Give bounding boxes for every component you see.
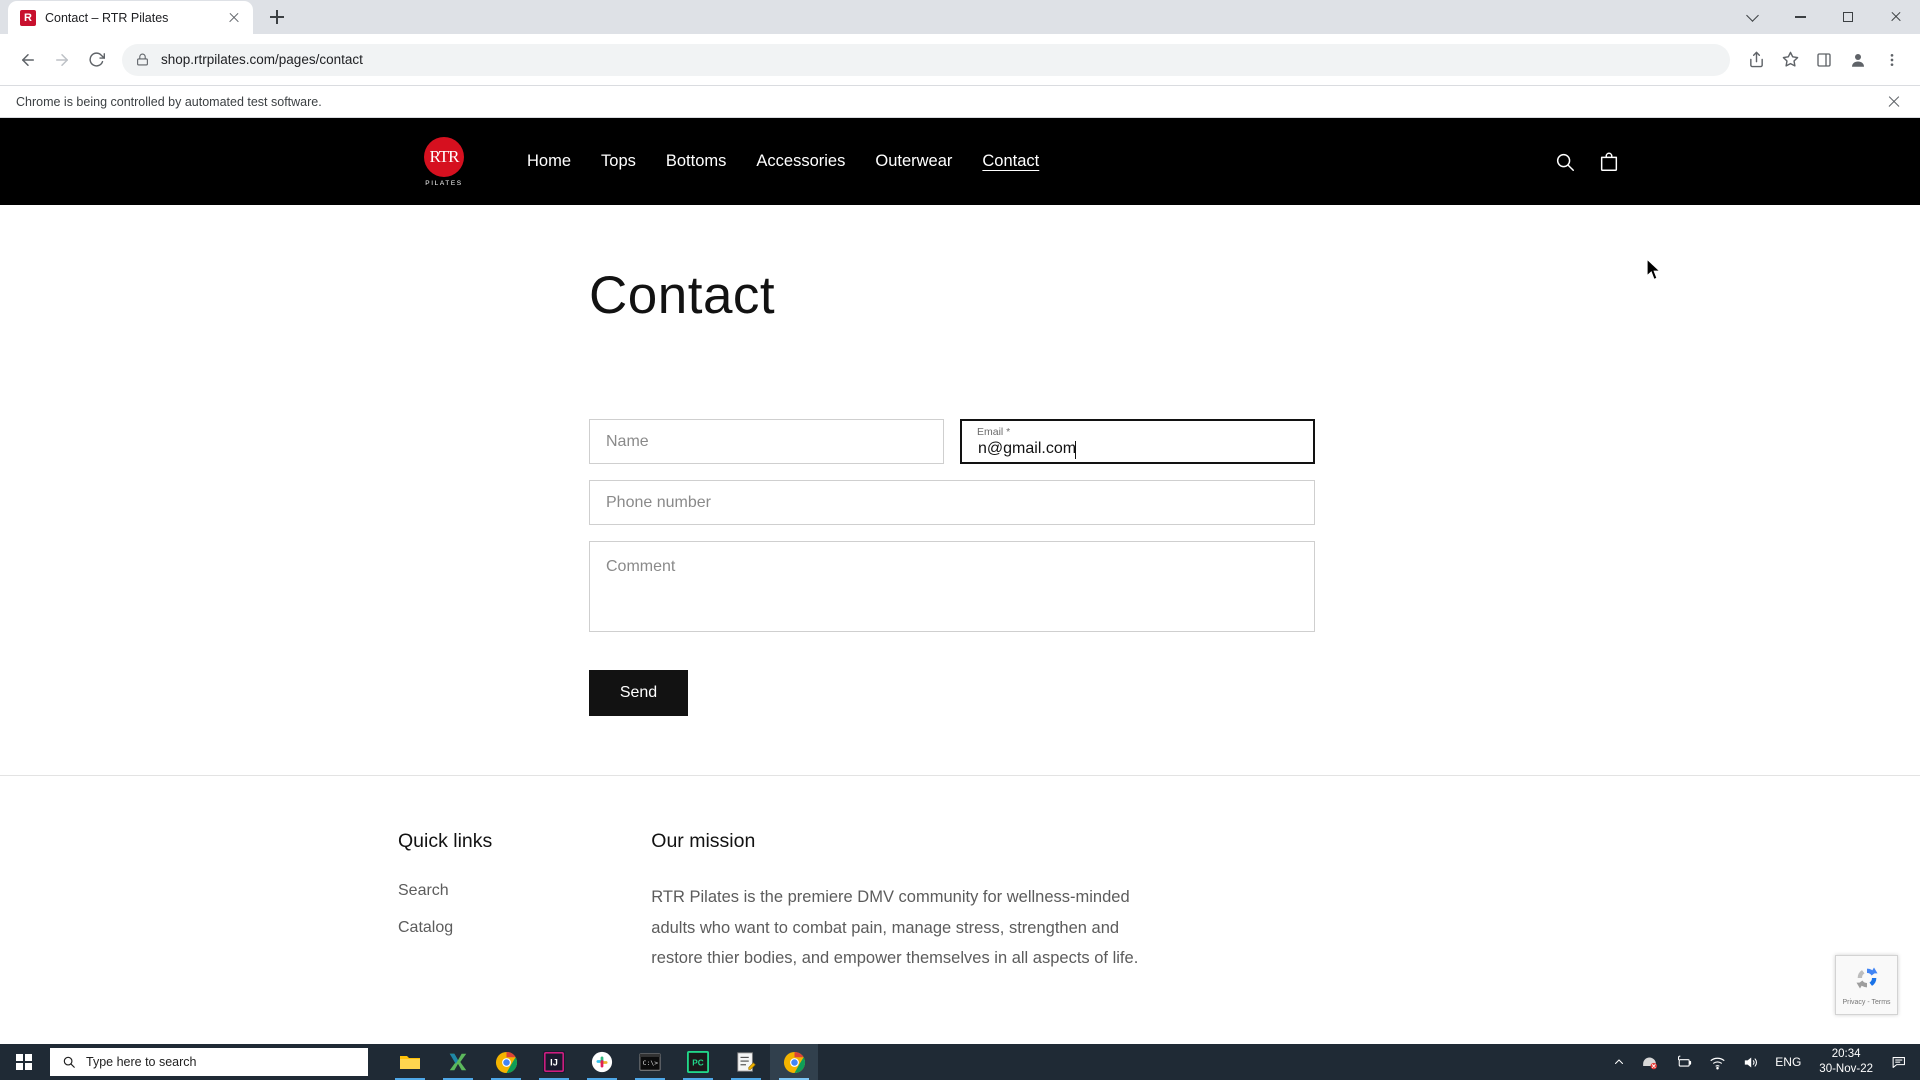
- site-header: RTR PILATES Home Tops Bottoms Accessorie…: [0, 118, 1920, 205]
- close-icon[interactable]: [1872, 0, 1920, 34]
- comment-field-wrapper: [589, 541, 1315, 632]
- phone-field-wrapper: [589, 480, 1315, 525]
- nav-item-contact[interactable]: Contact: [967, 144, 1054, 179]
- mission-heading: Our mission: [651, 830, 756, 852]
- taskbar-app-command-prompt[interactable]: C:\>: [626, 1044, 674, 1080]
- name-input[interactable]: [589, 419, 944, 464]
- battery-charging-icon[interactable]: [1666, 1044, 1701, 1080]
- close-icon[interactable]: [1884, 92, 1904, 112]
- url-text: shop.rtrpilates.com/pages/contact: [161, 52, 363, 67]
- three-dots-menu-icon[interactable]: [1876, 44, 1908, 76]
- contact-form: Email * Send: [589, 419, 1315, 716]
- taskbar-app-text-editor[interactable]: [722, 1044, 770, 1080]
- rtr-favicon: [20, 9, 36, 26]
- footer-quick-links: Quick links Search Catalog: [398, 830, 492, 974]
- chevron-up-icon[interactable]: [1605, 1044, 1633, 1080]
- name-field-wrapper: [589, 419, 944, 464]
- form-row-comment: [589, 541, 1315, 632]
- wifi-icon[interactable]: [1701, 1044, 1734, 1080]
- taskbar-app-file-explorer[interactable]: [386, 1044, 434, 1080]
- taskbar-app-x-app[interactable]: [434, 1044, 482, 1080]
- taskbar-app-google-chrome-active[interactable]: [770, 1044, 818, 1080]
- taskbar-search-box[interactable]: Type here to search: [50, 1048, 368, 1076]
- text-cursor: [1075, 441, 1077, 459]
- svg-text:C:\>: C:\>: [643, 1059, 659, 1067]
- nav-item-bottoms[interactable]: Bottoms: [651, 144, 742, 179]
- window-controls: [1728, 0, 1920, 34]
- clock-date: 30-Nov-22: [1819, 1063, 1873, 1075]
- volume-icon[interactable]: [1734, 1044, 1767, 1080]
- chevron-down-icon[interactable]: [1728, 0, 1776, 34]
- device-muted-icon[interactable]: [1633, 1044, 1666, 1080]
- email-field-wrapper: Email *: [960, 419, 1315, 464]
- svg-text:IJ: IJ: [550, 1058, 558, 1068]
- taskbar-app-pycharm[interactable]: PC: [674, 1044, 722, 1080]
- phone-input[interactable]: [589, 480, 1315, 525]
- footer-link-catalog[interactable]: Catalog: [398, 919, 492, 937]
- footer-link-search[interactable]: Search: [398, 882, 492, 900]
- automation-infobar: Chrome is being controlled by automated …: [0, 85, 1920, 118]
- recaptcha-text: Privacy - Terms: [1842, 999, 1891, 1006]
- email-input[interactable]: [960, 419, 1315, 464]
- clock-time: 20:34: [1831, 1047, 1861, 1060]
- star-icon[interactable]: [1774, 44, 1806, 76]
- svg-text:PC: PC: [692, 1059, 704, 1068]
- page-viewport: RTR PILATES Home Tops Bottoms Accessorie…: [0, 118, 1920, 1051]
- back-arrow-icon[interactable]: [12, 44, 44, 76]
- shopping-cart-icon[interactable]: [1598, 151, 1620, 173]
- infobar-message: Chrome is being controlled by automated …: [16, 94, 322, 109]
- forward-arrow-icon[interactable]: [46, 44, 78, 76]
- language-label: ENG: [1775, 1055, 1802, 1069]
- taskbar-app-intellij-idea[interactable]: IJ: [530, 1044, 578, 1080]
- minimize-icon[interactable]: [1776, 0, 1824, 34]
- maximize-icon[interactable]: [1824, 0, 1872, 34]
- site-footer: Quick links Search Catalog Our mission R…: [0, 775, 1920, 974]
- nav-item-home[interactable]: Home: [512, 144, 586, 179]
- plus-icon[interactable]: [263, 3, 291, 31]
- site-logo[interactable]: RTR PILATES: [418, 136, 470, 187]
- search-icon[interactable]: [1554, 151, 1576, 173]
- reload-icon[interactable]: [80, 44, 112, 76]
- address-bar[interactable]: shop.rtrpilates.com/pages/contact: [122, 43, 1730, 76]
- form-row-phone: [589, 480, 1315, 525]
- nav-item-outerwear[interactable]: Outerwear: [860, 144, 967, 179]
- quick-links-heading: Quick links: [398, 830, 493, 852]
- browser-tab[interactable]: Contact – RTR Pilates: [8, 1, 253, 34]
- taskbar-app-slack[interactable]: [578, 1044, 626, 1080]
- mission-body: RTR Pilates is the premiere DMV communit…: [651, 888, 1139, 968]
- send-button[interactable]: Send: [589, 670, 688, 716]
- taskbar-apps: IJ C:\> PC: [386, 1044, 818, 1080]
- nav-item-accessories[interactable]: Accessories: [741, 144, 860, 179]
- close-icon[interactable]: [225, 9, 243, 27]
- tab-title: Contact – RTR Pilates: [45, 10, 169, 25]
- share-icon[interactable]: [1740, 44, 1772, 76]
- lock-icon: [136, 53, 149, 66]
- logo-mark: RTR: [424, 136, 464, 177]
- profile-avatar-icon[interactable]: [1842, 44, 1874, 76]
- browser-toolbar: shop.rtrpilates.com/pages/contact: [0, 34, 1920, 85]
- nav-item-tops[interactable]: Tops: [586, 144, 651, 179]
- screen: Contact – RTR Pilates shop.rtrpilates.co…: [0, 0, 1920, 1080]
- page-title: Contact: [589, 266, 776, 325]
- browser-tab-strip: Contact – RTR Pilates: [0, 0, 1920, 34]
- side-panel-icon[interactable]: [1808, 44, 1840, 76]
- form-row-name-email: Email *: [589, 419, 1315, 464]
- taskbar-app-google-chrome[interactable]: [482, 1044, 530, 1080]
- logo-text: RTR: [429, 146, 459, 166]
- recaptcha-badge[interactable]: Privacy - Terms: [1835, 955, 1898, 1015]
- windows-start-icon[interactable]: [0, 1044, 48, 1080]
- windows-taskbar: Type here to search IJ C:\> PC ENG 20:34…: [0, 1044, 1920, 1080]
- comment-textarea[interactable]: [589, 541, 1315, 632]
- recaptcha-icon: [1853, 964, 1881, 997]
- system-tray: ENG 20:34 30-Nov-22: [1605, 1044, 1920, 1080]
- search-icon: [62, 1055, 76, 1069]
- header-actions: [1554, 151, 1920, 173]
- taskbar-search-placeholder: Type here to search: [86, 1055, 197, 1069]
- footer-mission: Our mission RTR Pilates is the premiere …: [651, 830, 1171, 974]
- language-indicator[interactable]: ENG: [1767, 1044, 1809, 1080]
- notifications-icon[interactable]: [1883, 1044, 1916, 1080]
- site-navigation: Home Tops Bottoms Accessories Outerwear …: [512, 144, 1054, 179]
- logo-subtext: PILATES: [425, 179, 463, 187]
- clock[interactable]: 20:34 30-Nov-22: [1809, 1044, 1883, 1080]
